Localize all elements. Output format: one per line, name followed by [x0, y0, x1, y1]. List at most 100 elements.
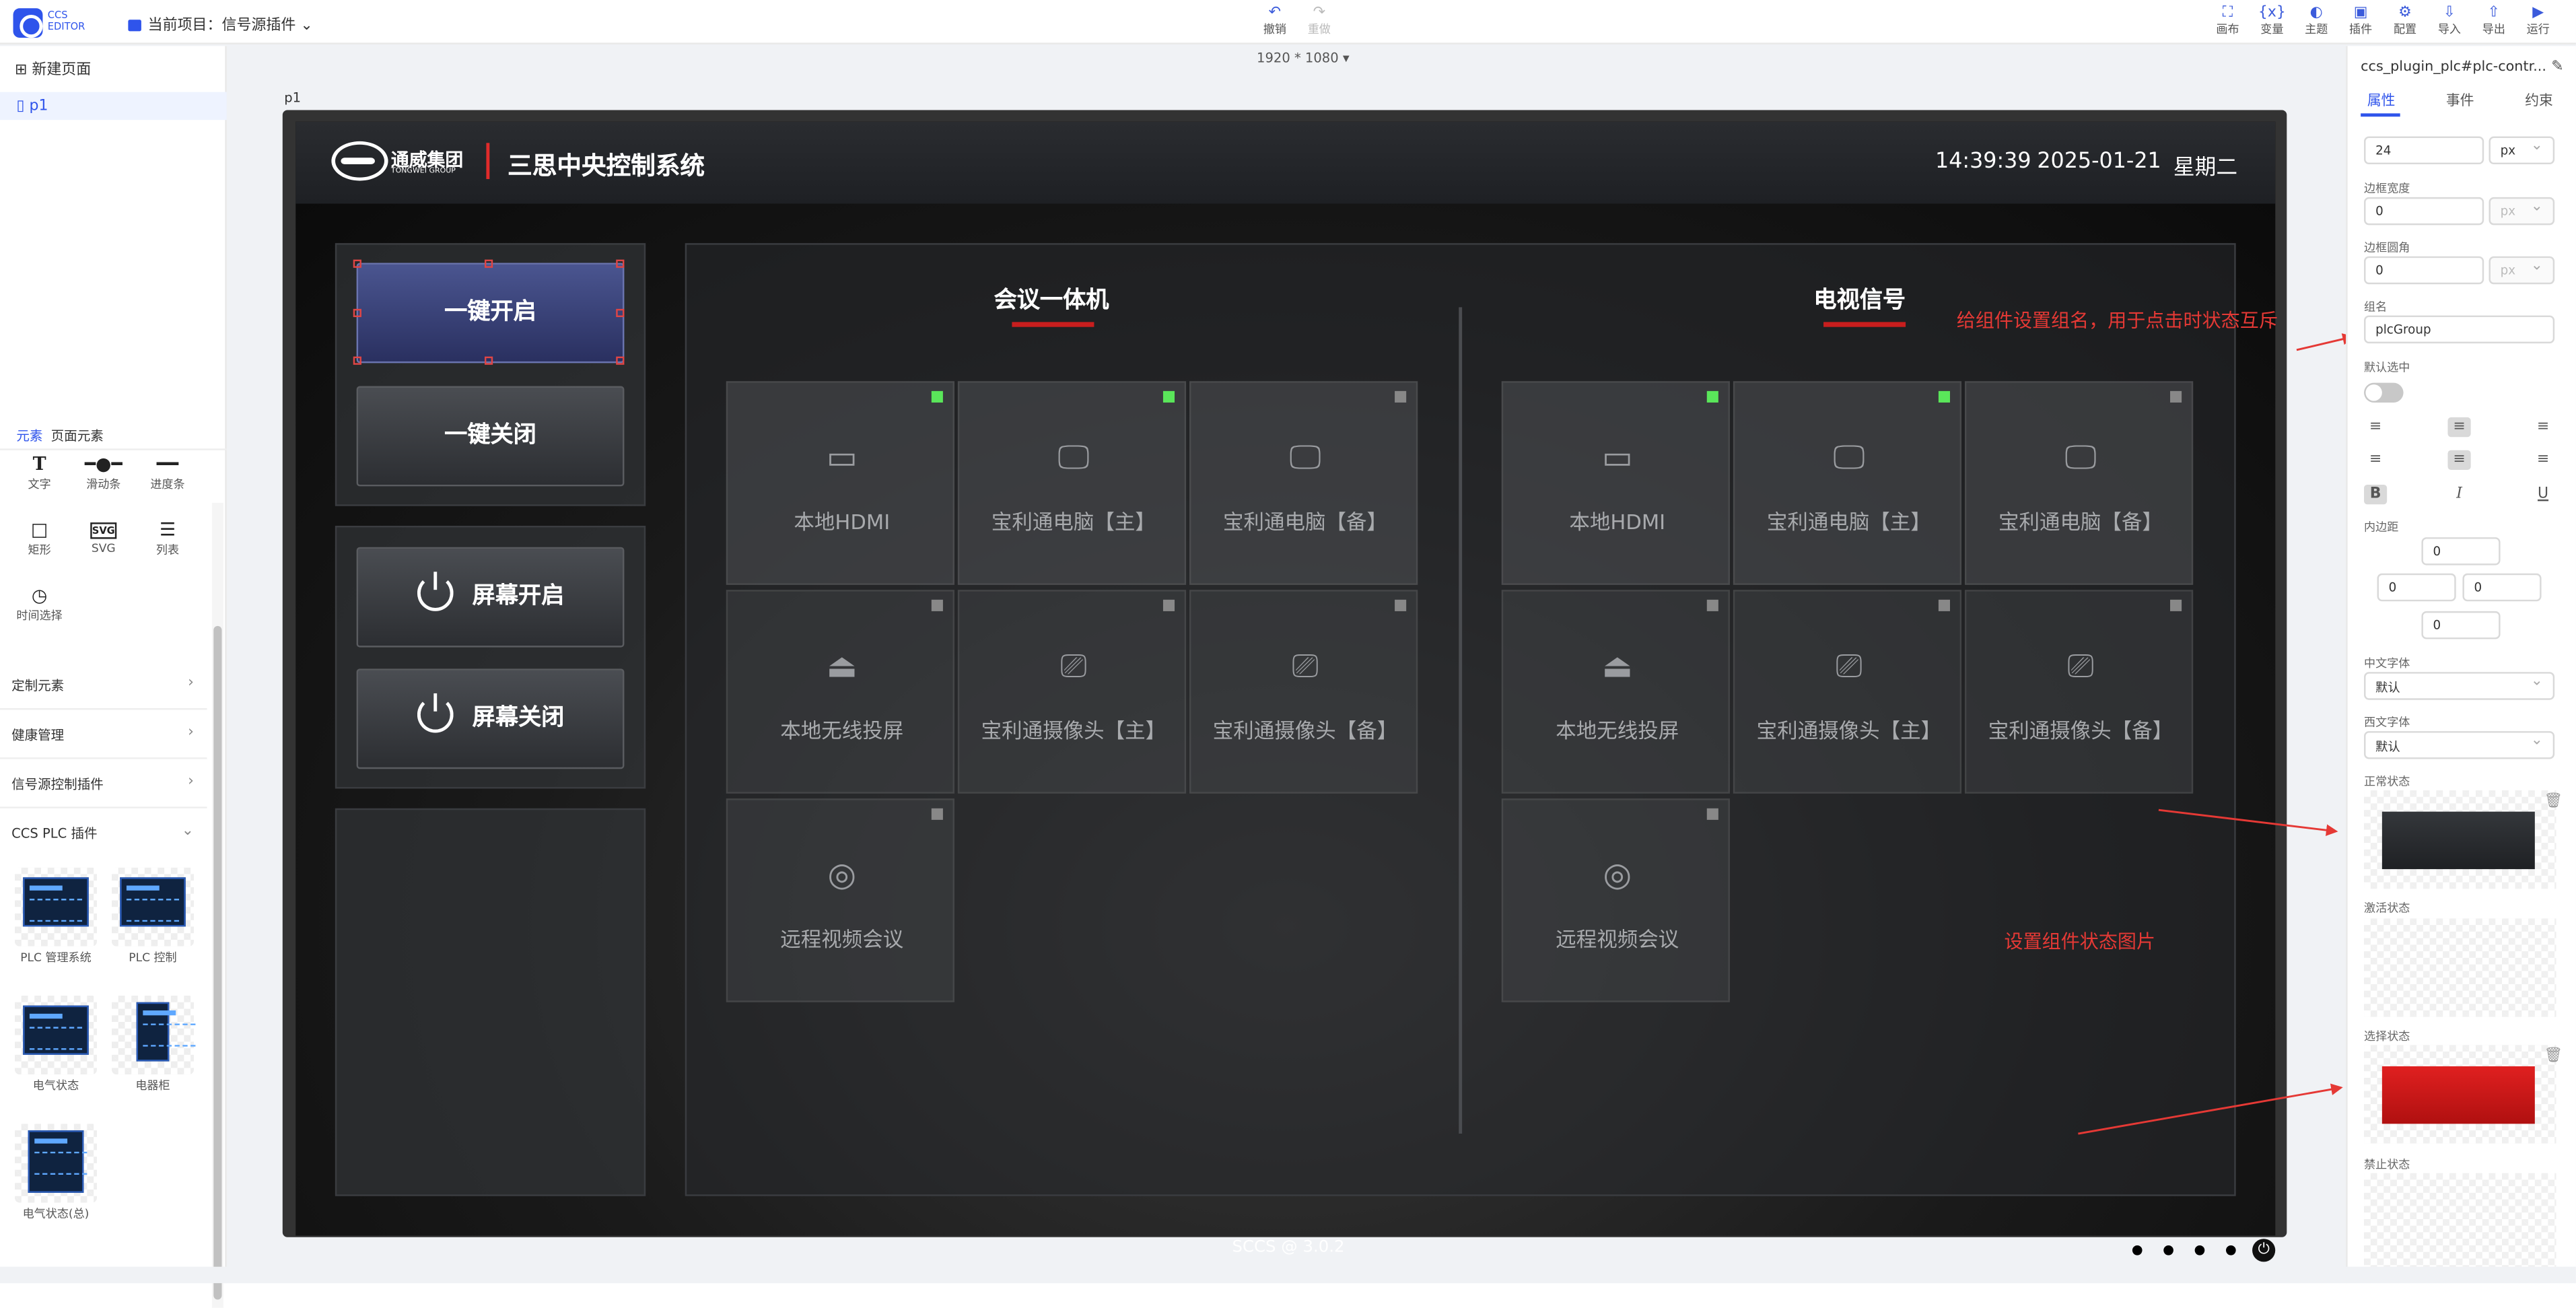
page-item-p1[interactable]: ▯ p1: [0, 92, 227, 121]
normal-state-image[interactable]: [2364, 790, 2556, 889]
selection-handle[interactable]: [484, 356, 493, 365]
group-name-input[interactable]: plcGroup: [2364, 315, 2555, 344]
import-button[interactable]: ⇩ 导入: [2430, 5, 2470, 38]
component-list[interactable]: ☰ 列表: [135, 519, 201, 559]
source-tile[interactable]: ▭ 本地HDMI: [726, 381, 954, 585]
selected-state-image[interactable]: [2364, 1045, 2556, 1144]
font-size-input[interactable]: 24: [2364, 136, 2484, 165]
active-state-image[interactable]: [2364, 918, 2556, 1017]
source-tile[interactable]: ◎ 远程视频会议: [1501, 798, 1730, 1002]
trash-icon[interactable]: 🗑: [2544, 794, 2563, 810]
nav-dot[interactable]: [2194, 1245, 2205, 1255]
source-tile[interactable]: ⏏ 本地无线投屏: [726, 590, 954, 794]
selection-handle[interactable]: [484, 259, 493, 268]
font-size-unit-select[interactable]: px: [2488, 136, 2555, 165]
align-bottom-icon[interactable]: ≡: [2532, 417, 2554, 437]
plugin-electric-status-total[interactable]: [14, 1124, 97, 1203]
source-tile[interactable]: ⎚ 宝利通摄像头【备】: [1189, 590, 1418, 794]
selection-handle[interactable]: [353, 356, 361, 365]
border-radius-unit-select[interactable]: px: [2488, 256, 2555, 285]
canvas-button[interactable]: ⛶ 画布: [2208, 5, 2248, 38]
section-health[interactable]: 健康管理 ›: [0, 710, 207, 759]
source-tile[interactable]: ◎ 远程视频会议: [726, 798, 954, 1002]
undo-label: 撤销: [1263, 23, 1286, 36]
run-button[interactable]: ▶ 运行: [2518, 5, 2558, 38]
undo-button[interactable]: ↶ 撤销: [1255, 5, 1295, 38]
screen-on-button[interactable]: 屏幕开启: [356, 547, 625, 648]
en-font-select[interactable]: 默认: [2364, 731, 2555, 759]
italic-icon[interactable]: I: [2447, 485, 2470, 504]
edit-icon[interactable]: ✎: [2551, 59, 2563, 75]
project-selector[interactable]: 当前项目：信号源插件 ⌄: [128, 13, 313, 34]
component-slider[interactable]: ━●━ 滑动条: [71, 454, 137, 493]
disabled-state-image[interactable]: [2364, 1173, 2556, 1272]
source-tile[interactable]: ▭ 本地HDMI: [1501, 381, 1730, 585]
border-radius-input[interactable]: 0: [2364, 256, 2484, 285]
config-button[interactable]: ⚙ 配置: [2386, 5, 2425, 38]
bold-icon[interactable]: B: [2364, 484, 2388, 505]
canvas-size-selector[interactable]: 1920 * 1080 ▾: [1257, 51, 1350, 66]
component-progress[interactable]: ━━ 进度条: [135, 454, 201, 493]
tab-constraints[interactable]: 约束: [2525, 90, 2553, 110]
border-width-input[interactable]: 0: [2364, 197, 2484, 226]
plugin-electric-status[interactable]: [14, 996, 97, 1075]
tab-elements[interactable]: 元素: [16, 427, 42, 446]
underline-icon[interactable]: U: [2532, 485, 2554, 504]
component-time-picker[interactable]: ◷ 时间选择: [7, 585, 73, 625]
plugin-plc-management[interactable]: [14, 867, 97, 946]
align-top-icon[interactable]: ≡: [2364, 417, 2387, 437]
selection-handle[interactable]: [353, 308, 361, 318]
theme-button[interactable]: ◐ 主题: [2297, 5, 2336, 38]
selection-handle[interactable]: [616, 308, 625, 318]
padding-top-input[interactable]: 0: [2421, 537, 2501, 565]
selection-handle[interactable]: [616, 259, 625, 268]
padding-right-input[interactable]: 0: [2462, 573, 2542, 602]
power-icon[interactable]: ⏻: [2252, 1239, 2276, 1262]
plugin-button[interactable]: ▣ 插件: [2341, 5, 2381, 38]
padding-left-input[interactable]: 0: [2377, 573, 2456, 602]
padding-bottom-input[interactable]: 0: [2421, 611, 2501, 640]
export-button[interactable]: ⇧ 导出: [2474, 5, 2514, 38]
selection-handle[interactable]: [616, 356, 625, 365]
border-width-unit-select[interactable]: px: [2488, 197, 2555, 226]
left-scrollbar[interactable]: [211, 502, 223, 1308]
trash-icon[interactable]: 🗑: [2544, 1048, 2563, 1064]
source-tile[interactable]: 🖵 宝利通电脑【主】: [957, 381, 1187, 585]
align-left-icon[interactable]: ≡: [2364, 450, 2387, 470]
nav-dot[interactable]: [2132, 1245, 2143, 1255]
tab-properties[interactable]: 属性: [2367, 90, 2396, 110]
source-tile[interactable]: ⎚ 宝利通摄像头【主】: [1733, 590, 1962, 794]
component-text[interactable]: T 文字: [7, 454, 73, 493]
default-selected-toggle[interactable]: [2364, 382, 2404, 403]
tab-events[interactable]: 事件: [2446, 90, 2474, 110]
scrollbar-thumb[interactable]: [213, 625, 222, 1300]
section-signal-plugin[interactable]: 信号源控制插件 ›: [0, 759, 207, 808]
align-right-icon[interactable]: ≡: [2532, 450, 2554, 470]
new-page-button[interactable]: ⊞ 新建页面: [15, 57, 91, 79]
all-on-button[interactable]: 一键开启: [356, 263, 625, 364]
variables-button[interactable]: {x} 变量: [2252, 5, 2292, 38]
plugin-electric-cabinet[interactable]: [111, 996, 196, 1075]
align-center-icon[interactable]: ≡: [2447, 450, 2471, 471]
component-rect[interactable]: □ 矩形: [7, 519, 73, 559]
section-custom-elements[interactable]: 定制元素 ›: [0, 660, 207, 710]
source-tile[interactable]: 🖵 宝利通电脑【备】: [1189, 381, 1418, 585]
selection-handle[interactable]: [353, 259, 361, 268]
section-plc-plugin[interactable]: CCS PLC 插件 ⌄: [0, 808, 207, 858]
nav-dot[interactable]: [2163, 1245, 2173, 1255]
align-middle-icon[interactable]: ≡: [2447, 417, 2471, 438]
source-tile[interactable]: 🖵 宝利通电脑【主】: [1733, 381, 1962, 585]
tab-page-elements[interactable]: 页面元素: [51, 427, 104, 446]
all-off-button[interactable]: 一键关闭: [356, 386, 625, 487]
source-tile[interactable]: ⏏ 本地无线投屏: [1501, 590, 1730, 794]
source-tile[interactable]: ⎚ 宝利通摄像头【备】: [1964, 590, 2194, 794]
screen-off-button[interactable]: 屏幕关闭: [356, 668, 625, 769]
plugin-plc-control[interactable]: [111, 867, 194, 946]
screen-title: 三思中央控制系统: [508, 151, 705, 181]
source-tile[interactable]: ⎚ 宝利通摄像头【主】: [957, 590, 1187, 794]
source-tile[interactable]: 🖵 宝利通电脑【备】: [1964, 381, 2194, 585]
redo-button[interactable]: ↷ 重做: [1300, 5, 1339, 38]
nav-dot[interactable]: [2226, 1245, 2236, 1255]
component-svg[interactable]: SVG SVG: [71, 519, 137, 555]
cn-font-select[interactable]: 默认: [2364, 672, 2555, 700]
